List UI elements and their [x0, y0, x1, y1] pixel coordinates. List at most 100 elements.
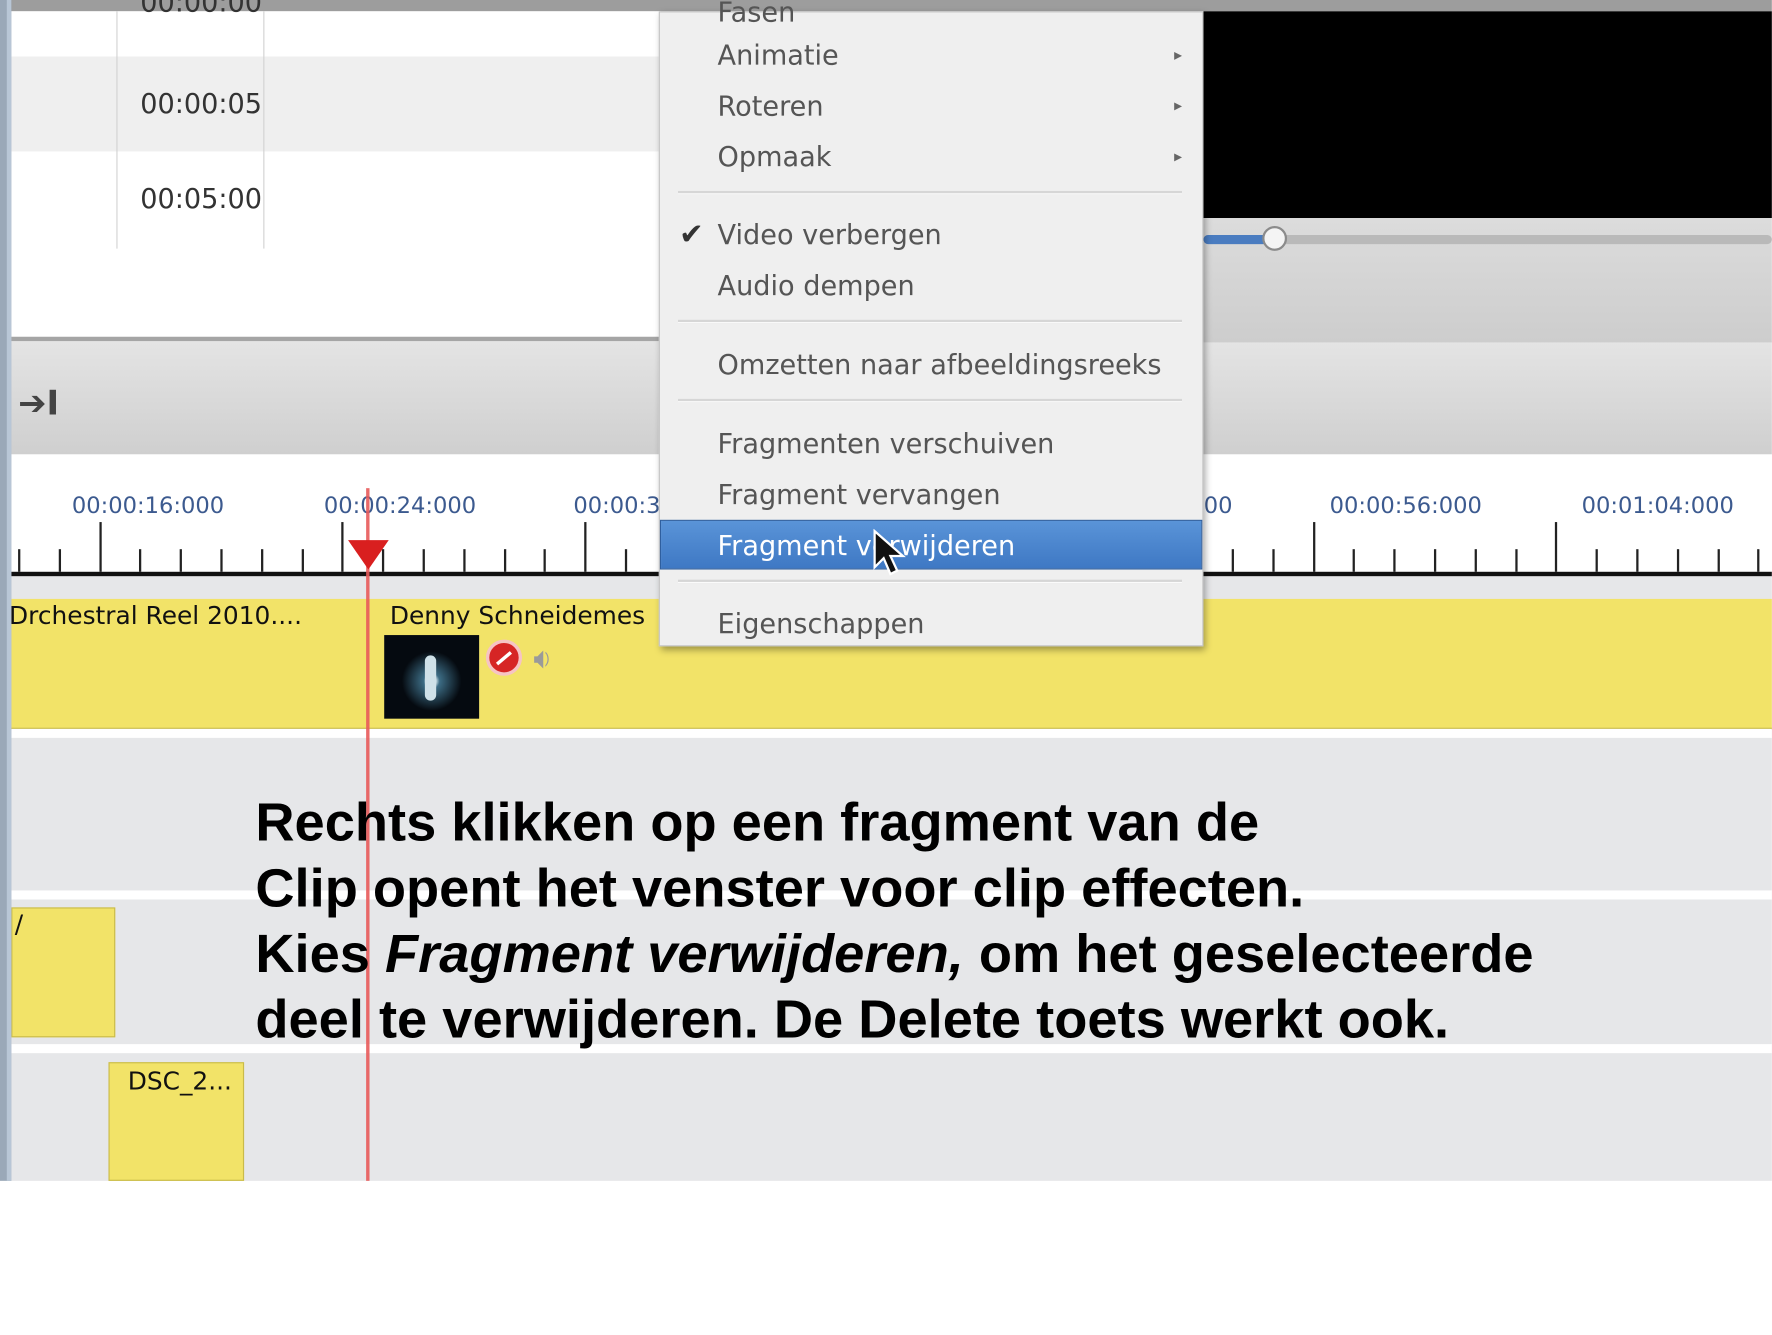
ruler-tick [463, 549, 466, 572]
ruler-tick [1474, 549, 1477, 572]
caption-line: Clip opent het venster voor clip effecte… [255, 858, 1305, 919]
effect-row[interactable]: 00:00:05 [11, 56, 662, 152]
ruler-tick [341, 522, 344, 572]
ruler-tick [1676, 549, 1679, 572]
menu-item-label: Video verbergen [717, 219, 942, 251]
ruler-tick [1595, 549, 1599, 572]
menu-item-partial[interactable]: Fasen [718, 0, 796, 28]
caption-emphasis: Fragment verwijderen, [385, 924, 964, 985]
playhead-marker[interactable] [348, 540, 389, 570]
caption-line: Rechts klikken op een fragment van de [255, 793, 1260, 854]
menu-item-roteren[interactable]: Roteren ▸ [660, 81, 1202, 131]
menu-separator [678, 190, 1182, 195]
ruler-time-label: 00:00:3 [573, 491, 661, 519]
clip-thumbnail [384, 635, 480, 719]
ruler-tick [1231, 549, 1234, 572]
window-left-border-inner [6, 0, 12, 1181]
ruler-time-label: 00:00:56:000 [1329, 491, 1482, 519]
ruler-tick [260, 549, 264, 572]
menu-item-label: Opmaak [717, 141, 832, 173]
menu-item-audio-dempen[interactable]: Audio dempen [660, 261, 1202, 311]
menu-item-label: Fragment verwijderen [717, 529, 1016, 562]
ruler-time-label: 00 [1203, 491, 1233, 519]
ruler-tick [1312, 522, 1315, 572]
effect-list-panel: 00:00:00 00:00:05 00:05:00 [11, 0, 662, 340]
caption-line: Kies Fragment verwijderen, om het gesele… [255, 922, 1758, 988]
position-slider[interactable] [1203, 235, 1772, 245]
ruler-tick [58, 549, 61, 572]
effect-time-cell: 00:00:00 [140, 0, 263, 19]
mouse-cursor-icon [873, 528, 906, 576]
menu-item-omzetten[interactable]: Omzetten naar afbeeldingsreeks [660, 340, 1202, 390]
preview-monitor [1203, 11, 1772, 219]
ruler-tick [1353, 549, 1356, 572]
track-separator [11, 728, 1772, 738]
checkmark-icon: ✔ [679, 218, 704, 252]
clip-title: DSC_2... [127, 1067, 232, 1097]
menu-item-label: Fragmenten verschuiven [717, 428, 1055, 460]
ruler-tick [179, 549, 183, 572]
ruler-time-label: 00:00:24:000 [323, 491, 477, 519]
ruler-tick [1433, 549, 1437, 572]
menu-item-fragment-verwijderen[interactable]: Fragment verwijderen [659, 519, 1203, 570]
effect-time-cell: 00:05:00 [140, 183, 263, 215]
effect-time-cell: 00:00:05 [140, 88, 263, 120]
ruler-tick [220, 549, 223, 572]
column-divider [263, 11, 265, 249]
caption-text: Kies [255, 924, 386, 985]
speaker-icon: 🔉︎ [533, 641, 552, 676]
menu-item-animatie[interactable]: Animatie ▸ [660, 31, 1202, 81]
submenu-arrow-icon: ▸ [1174, 97, 1183, 116]
ruler-tick [624, 549, 628, 572]
menu-separator [678, 398, 1182, 403]
submenu-arrow-icon: ▸ [1174, 46, 1183, 65]
instruction-caption: Rechts klikken op een fragment van de Cl… [255, 791, 1758, 1053]
submenu-arrow-icon: ▸ [1174, 148, 1183, 167]
effect-row-partial[interactable]: 00:00:00 [11, 0, 661, 61]
ruler-tick [1636, 549, 1639, 572]
clip-item[interactable]: / [11, 907, 116, 1038]
menu-separator [678, 579, 1182, 584]
menu-item-label: Omzetten naar afbeeldingsreeks [717, 349, 1162, 381]
menu-item-fragment-vervangen[interactable]: Fragment vervangen [660, 470, 1202, 520]
ruler-tick [98, 522, 102, 572]
clip-context-menu: Fasen Animatie ▸ Roteren ▸ Opmaak ▸ ✔ Vi… [658, 0, 1204, 649]
position-slider-handle[interactable] [1262, 226, 1288, 251]
effect-row[interactable]: 00:05:00 [11, 151, 661, 246]
caption-text: om het geselecteerde [963, 924, 1534, 985]
clip-item[interactable]: DSC_2... [108, 1062, 245, 1181]
caption-line: deel te verwijderen. De Delete toets wer… [255, 989, 1450, 1050]
ruler-tick [543, 549, 547, 572]
menu-separator [678, 319, 1182, 324]
clip-title: Denny Schneidemes [389, 602, 646, 631]
menu-item-label: Audio dempen [717, 270, 915, 302]
ruler-time-label: 00:00:16:000 [71, 491, 225, 519]
screenshot-stage: 00:00:00 00:00:05 00:05:00 ➔I 00:00:16:0… [0, 0, 1772, 1335]
menu-item-fragmenten-verschuiven[interactable]: Fragmenten verschuiven [660, 419, 1202, 469]
ruler-tick [139, 549, 142, 572]
ruler-tick [1555, 522, 1558, 572]
ruler-tick [422, 549, 425, 572]
ruler-tick [301, 549, 304, 572]
ruler-tick [1757, 549, 1760, 572]
ruler-tick [503, 549, 506, 572]
ruler-tick [1272, 549, 1275, 572]
clip-title: / [14, 910, 24, 940]
ruler-tick [18, 549, 21, 572]
menu-item-label: Roteren [717, 90, 824, 123]
clip-title: Drchestral Reel 2010.... [9, 602, 302, 631]
menu-item-label: Eigenschappen [717, 607, 925, 640]
menu-item-label: Animatie [717, 39, 839, 72]
goto-end-icon[interactable]: ➔I [18, 382, 63, 427]
menu-item-opmaak[interactable]: Opmaak ▸ [660, 132, 1202, 182]
menu-item-eigenschappen[interactable]: Eigenschappen [660, 599, 1202, 649]
ruler-time-label: 00:01:04:000 [1581, 491, 1734, 519]
ruler-tick [584, 522, 587, 572]
video-hidden-icon [485, 639, 523, 676]
ruler-tick [1514, 549, 1518, 572]
ruler-tick [1717, 549, 1720, 572]
column-divider [116, 11, 118, 249]
menu-item-video-verbergen[interactable]: ✔ Video verbergen [660, 210, 1202, 260]
menu-item-label: Fragment vervangen [717, 479, 1001, 511]
ruler-tick [1393, 549, 1396, 572]
